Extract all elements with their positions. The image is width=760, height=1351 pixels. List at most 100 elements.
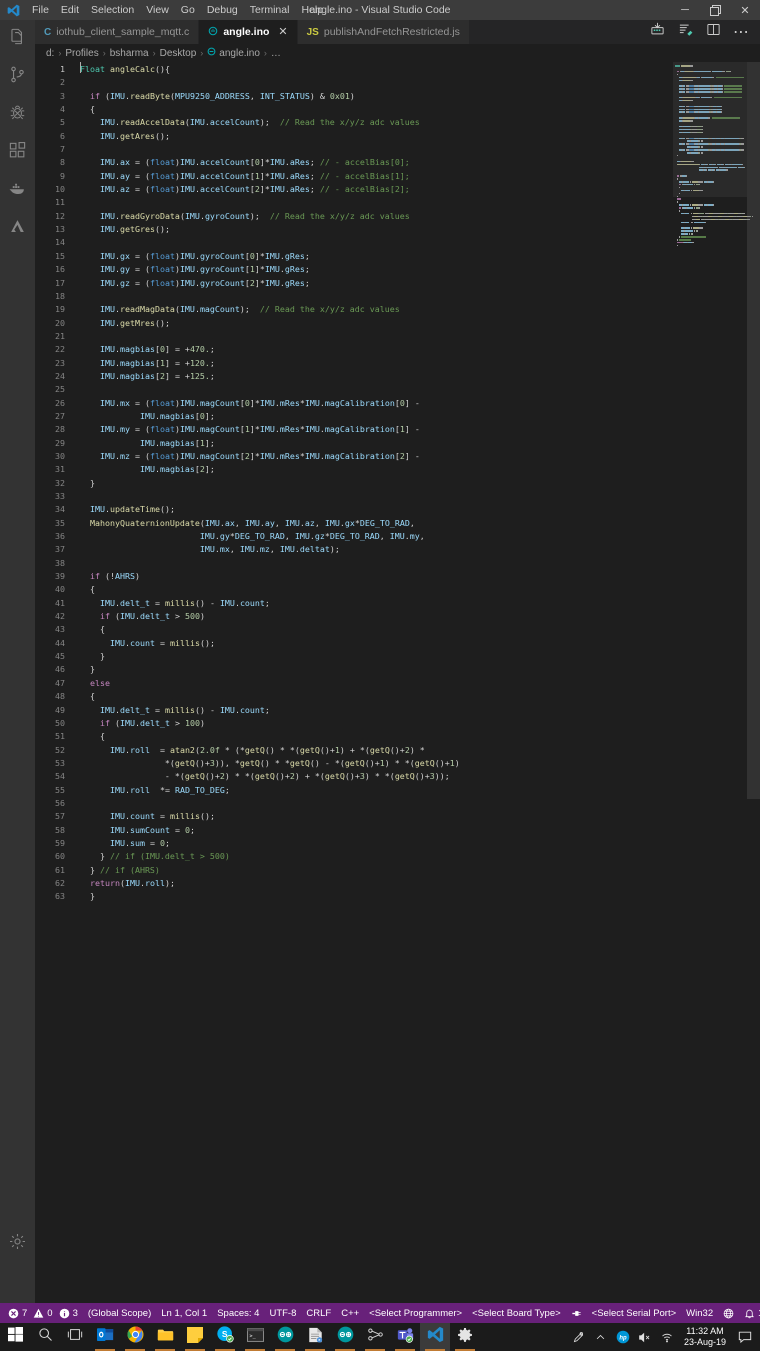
menu-file[interactable]: File — [26, 0, 55, 20]
code-line[interactable]: 42 if (IMU.delt_t > 500) — [35, 611, 205, 621]
code-line[interactable]: 26 IMU.mx = (float)IMU.magCount[0]*IMU.m… — [35, 398, 420, 408]
code-line[interactable]: 34 IMU.updateTime(); — [35, 504, 175, 514]
code-line[interactable]: 52 IMU.roll = atan2(2.0f * (*getQ() * *(… — [35, 745, 425, 755]
source-code[interactable]: 1 Float angleCalc(){ 2 3 if (IMU.readByte… — [35, 62, 707, 904]
code-line[interactable]: 39 if (!AHRS) — [35, 571, 140, 581]
code-line[interactable]: 10 IMU.az = (float)IMU.accelCount[2]*IMU… — [35, 184, 410, 194]
status-scope[interactable]: (Global Scope) — [83, 1303, 156, 1323]
code-line[interactable]: 2 — [35, 77, 85, 87]
sidebar-item-extensions[interactable] — [0, 134, 35, 172]
code-line[interactable]: 32 } — [35, 478, 95, 488]
code-line[interactable]: 21 — [35, 331, 85, 341]
taskbar-app-arduino-2[interactable] — [330, 1323, 360, 1351]
scrollbar-thumb[interactable] — [747, 62, 760, 799]
breadcrumb-item-symbol[interactable]: … — [269, 48, 283, 59]
status-cursor-position[interactable]: Ln 1, Col 1 — [156, 1303, 212, 1323]
code-text-area[interactable]: 1 Float angleCalc(){ 2 3 if (IMU.readByte… — [35, 62, 707, 1303]
code-line[interactable]: 6 IMU.getAres(); — [35, 131, 170, 141]
code-line[interactable]: 35 MahonyQuaternionUpdate(IMU.ax, IMU.ay… — [35, 518, 415, 528]
tab-close-icon[interactable]: ✕ — [278, 27, 287, 38]
code-line[interactable]: 28 IMU.my = (float)IMU.magCount[1]*IMU.m… — [35, 424, 420, 434]
arduino-verify-button[interactable] — [644, 20, 670, 44]
speaker-mute-icon[interactable] — [634, 1323, 656, 1351]
search-button[interactable] — [30, 1323, 60, 1351]
code-line[interactable]: 48 { — [35, 691, 95, 701]
taskbar-app-skype[interactable]: S — [210, 1323, 240, 1351]
settings-gear-button[interactable] — [0, 1225, 35, 1263]
maximize-button[interactable] — [700, 0, 730, 20]
code-line[interactable]: 55 IMU.roll *= RAD_TO_DEG; — [35, 785, 230, 795]
menu-edit[interactable]: Edit — [55, 0, 85, 20]
menu-selection[interactable]: Selection — [85, 0, 140, 20]
code-line[interactable]: 41 IMU.delt_t = millis() - IMU.count; — [35, 598, 270, 608]
code-line[interactable]: 61 } // if (AHRS) — [35, 865, 160, 875]
action-center-icon[interactable] — [732, 1323, 758, 1351]
menu-terminal[interactable]: Terminal — [244, 0, 296, 20]
status-remote[interactable] — [718, 1303, 739, 1323]
code-line[interactable]: 7 — [35, 144, 85, 154]
breadcrumb-item-desktop[interactable]: Desktop — [158, 48, 199, 59]
taskbar-app-outlook[interactable] — [90, 1323, 120, 1351]
code-line[interactable]: 43 { — [35, 624, 105, 634]
minimap-viewport-slider[interactable] — [673, 62, 747, 197]
code-line[interactable]: 51 { — [35, 731, 105, 741]
code-line[interactable]: 45 } — [35, 651, 105, 661]
code-line[interactable]: 9 IMU.ay = (float)IMU.accelCount[1]*IMU.… — [35, 171, 410, 181]
taskbar-app-node-red[interactable] — [360, 1323, 390, 1351]
breadcrumb-item-file[interactable]: angle.ino — [205, 47, 262, 59]
code-line[interactable]: 56 — [35, 798, 85, 808]
wifi-icon[interactable] — [656, 1323, 678, 1351]
code-line[interactable]: 46 } — [35, 664, 95, 674]
taskbar-clock[interactable]: 11:32 AM 23-Aug-19 — [678, 1326, 732, 1348]
code-line[interactable]: 27 IMU.magbias[0]; — [35, 411, 215, 421]
code-line[interactable]: 31 IMU.magbias[2]; — [35, 464, 215, 474]
code-line[interactable]: 8 IMU.ax = (float)IMU.accelCount[0]*IMU.… — [35, 157, 410, 167]
code-line[interactable]: 19 IMU.readMagData(IMU.magCount); // Rea… — [35, 304, 400, 314]
code-line[interactable]: 17 IMU.gz = (float)IMU.gyroCount[2]*IMU.… — [35, 278, 310, 288]
code-line[interactable]: 1 Float angleCalc(){ — [35, 62, 170, 74]
code-line[interactable]: 58 IMU.sumCount = 0; — [35, 825, 195, 835]
editor-scrollbar[interactable] — [747, 62, 760, 1303]
code-line[interactable]: 33 — [35, 491, 85, 501]
code-line[interactable]: 50 if (IMU.delt_t > 100) — [35, 718, 205, 728]
code-line[interactable]: 62 return(IMU.roll); — [35, 878, 175, 888]
code-line[interactable]: 57 IMU.count = millis(); — [35, 811, 215, 821]
code-line[interactable]: 37 IMU.mx, IMU.mz, IMU.deltat); — [35, 544, 340, 554]
split-editor-button[interactable] — [700, 20, 726, 44]
sidebar-item-azure[interactable] — [0, 210, 35, 248]
taskbar-app-settings[interactable] — [450, 1323, 480, 1351]
menu-help[interactable]: Help — [295, 0, 329, 20]
chevron-up-icon[interactable] — [590, 1323, 612, 1351]
sidebar-item-explorer[interactable] — [0, 20, 35, 58]
status-indentation[interactable]: Spaces: 4 — [212, 1303, 264, 1323]
code-line[interactable]: 49 IMU.delt_t = millis() - IMU.count; — [35, 705, 270, 715]
menu-go[interactable]: Go — [175, 0, 201, 20]
code-line[interactable]: 16 IMU.gy = (float)IMU.gyroCount[1]*IMU.… — [35, 264, 310, 274]
status-problems[interactable]: 7 0 3 — [3, 1303, 83, 1323]
code-line[interactable]: 63 } — [35, 891, 95, 901]
code-line[interactable]: 12 IMU.readGyroData(IMU.gyroCount); // R… — [35, 211, 410, 221]
code-line[interactable]: 3 if (IMU.readByte(MPU9250_ADDRESS, INT_… — [35, 91, 355, 101]
code-line[interactable]: 40 { — [35, 584, 95, 594]
code-line[interactable]: 24 IMU.magbias[2] = +125.; — [35, 371, 215, 381]
code-line[interactable]: 13 IMU.getGres(); — [35, 224, 170, 234]
code-line[interactable]: 53 *(getQ()+3)), *getQ() * *getQ() - *(g… — [35, 758, 460, 768]
status-platform[interactable]: Win32 — [681, 1303, 718, 1323]
taskbar-app-arduino[interactable] — [270, 1323, 300, 1351]
arduino-upload-button[interactable] — [672, 20, 698, 44]
sidebar-item-debug[interactable] — [0, 96, 35, 134]
taskbar-app-file-explorer[interactable] — [150, 1323, 180, 1351]
code-line[interactable]: 36 IMU.gy*DEG_TO_RAD, IMU.gz*DEG_TO_RAD,… — [35, 531, 425, 541]
code-editor[interactable]: 1 Float angleCalc(){ 2 3 if (IMU.readByte… — [35, 62, 760, 1303]
taskbar-app-chrome[interactable] — [120, 1323, 150, 1351]
code-line[interactable]: 18 — [35, 291, 85, 301]
tab-publish-and-fetch-restricted-js[interactable]: JS publishAndFetchRestricted.js — [297, 20, 470, 44]
code-line[interactable]: 60 } // if (IMU.delt_t > 500) — [35, 851, 230, 861]
taskbar-app-sticky-notes[interactable] — [180, 1323, 210, 1351]
breadcrumb-item-profiles[interactable]: Profiles — [63, 48, 100, 59]
status-serial-monitor[interactable] — [566, 1303, 587, 1323]
tab-iothub-client-sample-mqtt-c[interactable]: C iothub_client_sample_mqtt.c — [35, 20, 200, 44]
close-button[interactable]: ✕ — [730, 0, 760, 20]
code-line[interactable]: 59 IMU.sum = 0; — [35, 838, 170, 848]
menu-view[interactable]: View — [140, 0, 175, 20]
